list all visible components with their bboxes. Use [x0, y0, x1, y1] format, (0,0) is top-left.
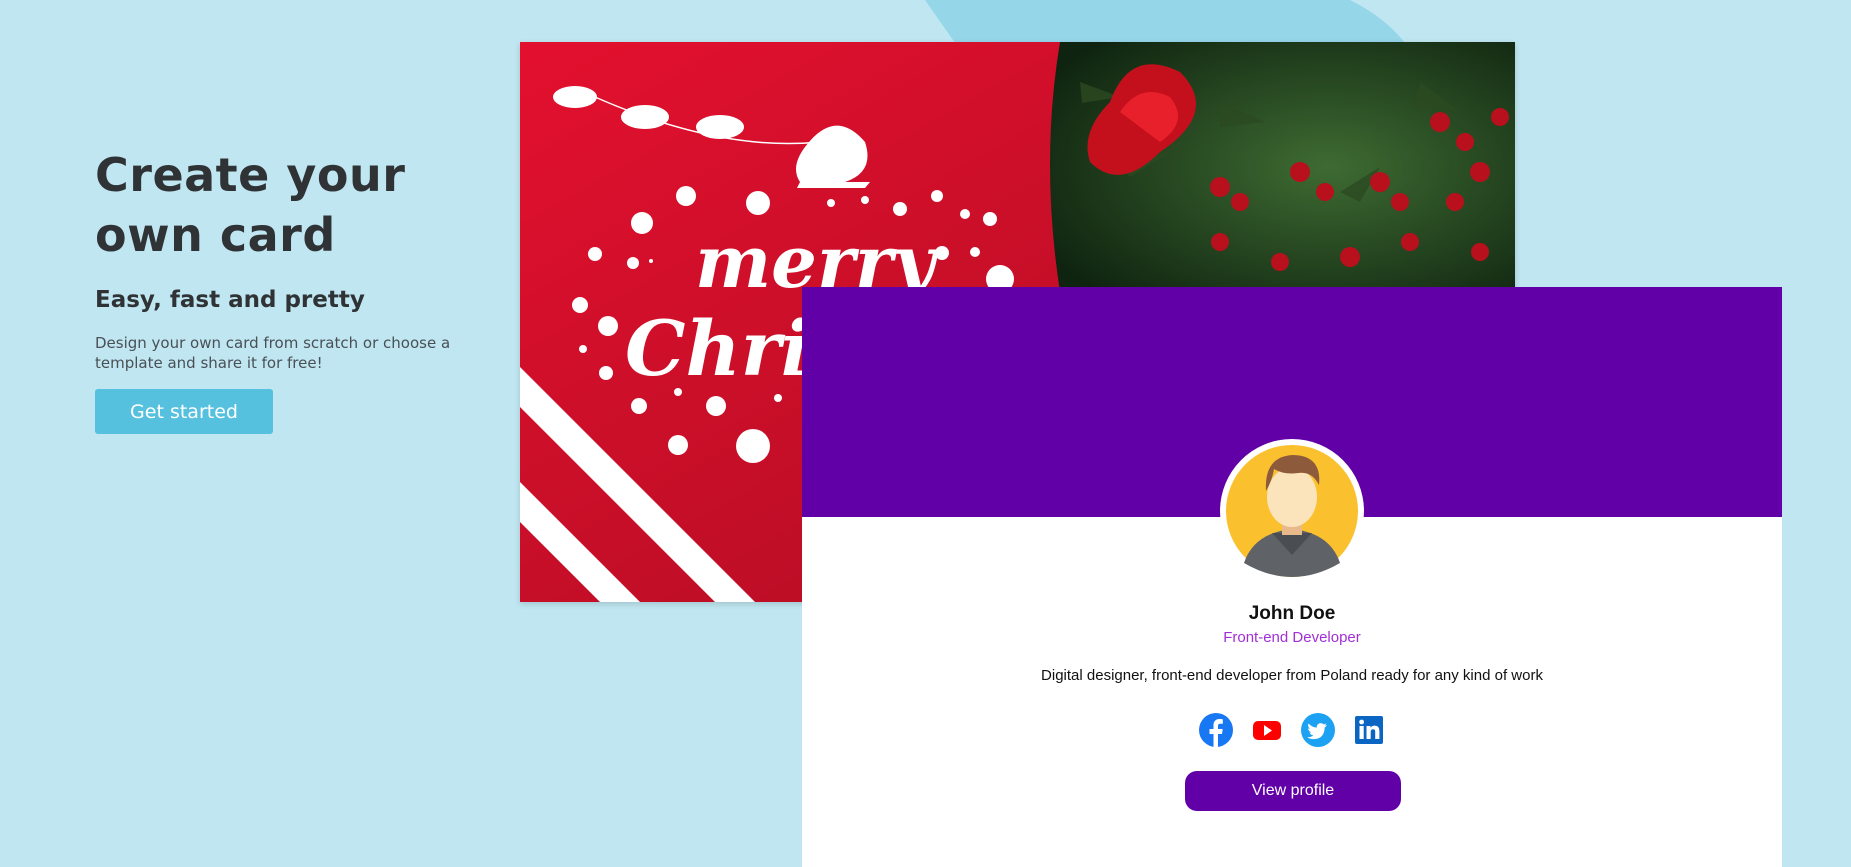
linkedin-icon[interactable] [1352, 713, 1386, 747]
profile-role: Front-end Developer [1223, 629, 1361, 646]
title-line-2: own card [95, 208, 336, 262]
social-links [802, 713, 1782, 747]
view-profile-button[interactable]: View profile [1185, 771, 1401, 811]
profile-bio: Digital designer, front-end developer fr… [1041, 667, 1543, 684]
youtube-icon[interactable] [1250, 713, 1284, 747]
title-line-1: Create your [95, 148, 406, 202]
avatar [1220, 439, 1364, 583]
page-title: Create your own card [95, 145, 475, 265]
facebook-icon[interactable] [1198, 713, 1233, 747]
twitter-icon[interactable] [1300, 713, 1335, 747]
page-description: Design your own card from scratch or cho… [95, 334, 451, 372]
profile-card: John Doe Front-end Developer Digital des… [802, 287, 1782, 867]
profile-name: John Doe [1248, 603, 1336, 624]
get-started-button[interactable]: Get started [95, 389, 273, 434]
avatar-illustration [1226, 445, 1358, 577]
hero-section: Create your own card Easy, fast and pret… [95, 145, 475, 373]
page-subtitle: Easy, fast and pretty [95, 287, 365, 313]
